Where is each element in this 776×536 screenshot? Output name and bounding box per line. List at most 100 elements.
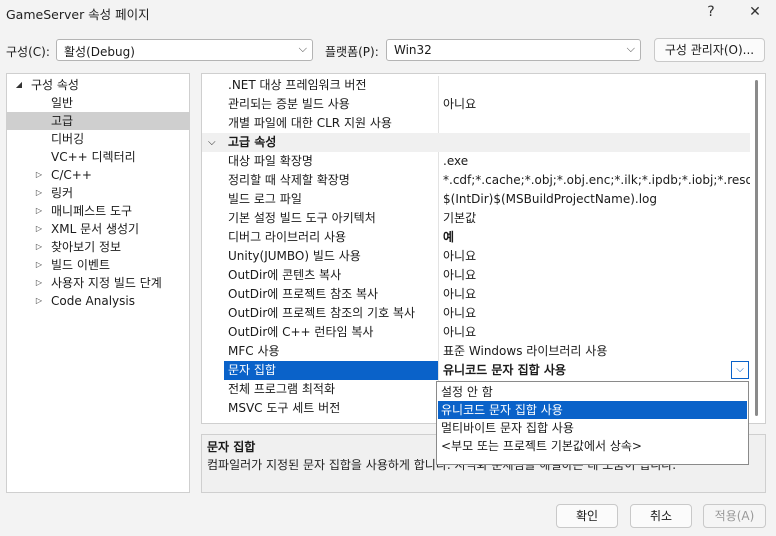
tree-item-label: Code Analysis [51,294,135,308]
grid-row[interactable]: OutDir에 프로젝트 참조 복사 아니요 [202,285,750,304]
expand-triangle-icon[interactable]: ▷ [33,202,45,220]
grid-row[interactable]: OutDir에 콘텐츠 복사 아니요 [202,266,750,285]
tree-item-label: 빌드 이벤트 [51,258,111,272]
expand-triangle-icon[interactable]: ▷ [33,184,45,202]
tree-item-label: C/C++ [51,168,92,182]
expand-triangle-icon[interactable]: ▷ [33,166,45,184]
property-name: OutDir에 C++ 런타임 복사 [228,325,374,339]
column-divider [438,114,439,133]
platform-value: Win32 [394,43,432,57]
property-value[interactable]: 기본값 [442,209,750,228]
property-name: 관리되는 증분 빌드 사용 [228,97,350,111]
property-value[interactable]: $(IntDir)$(MSBuildProjectName).log [442,190,750,209]
tree-root-label: 구성 속성 [31,78,79,92]
property-value[interactable]: 유니코드 문자 집합 사용 [442,361,750,380]
property-value[interactable]: 예 [442,228,750,247]
property-value[interactable]: 아니요 [442,95,750,114]
grid-row[interactable]: Unity(JUMBO) 빌드 사용 아니요 [202,247,750,266]
dropdown-option[interactable]: 설정 안 함 [438,383,747,401]
platform-label: 플랫폼(P): [325,45,379,59]
category-label: 고급 속성 [228,135,277,149]
tree-item-vc-directories[interactable]: VC++ 디렉터리 [7,148,189,166]
vertical-scrollbar[interactable] [755,80,758,416]
charset-dropdown-list[interactable]: 설정 안 함 유니코드 문자 집합 사용 멀티바이트 문자 집합 사용 <부모 … [436,381,749,465]
tree-item-label: 디버깅 [51,132,85,146]
property-value[interactable]: 아니요 [442,323,750,342]
tree-item-linker[interactable]: ▷ 링커 [7,184,189,202]
platform-select[interactable]: Win32 ⌵ [386,39,641,61]
close-button[interactable]: ✕ [740,1,770,23]
property-name: 기본 설정 빌드 도구 아키텍처 [228,211,376,225]
grid-row-selected[interactable]: 문자 집합 유니코드 문자 집합 사용 [202,361,750,380]
property-value[interactable]: 아니요 [442,304,750,323]
tree-item-cpp[interactable]: ▷ C/C++ [7,166,189,184]
chevron-down-icon: ⌵ [626,42,635,55]
grid-row[interactable]: 디버그 라이브러리 사용 예 [202,228,750,247]
description-title: 문자 집합 [207,440,256,454]
window-title: GameServer 속성 페이지 [6,7,150,22]
grid-row[interactable]: OutDir에 프로젝트 참조의 기호 복사 아니요 [202,304,750,323]
property-name: 디버그 라이브러리 사용 [228,230,347,244]
property-value[interactable]: 아니요 [442,285,750,304]
expanded-triangle-icon[interactable]: ◢ [13,76,25,94]
property-value[interactable]: 표준 Windows 라이브러리 사용 [442,342,750,361]
tree-item-browse-info[interactable]: ▷ 찾아보기 정보 [7,238,189,256]
property-name: OutDir에 프로젝트 참조의 기호 복사 [228,306,416,320]
grid-row[interactable]: .NET 대상 프레임워크 버전 [202,76,750,95]
tree-item-general[interactable]: 일반 [7,94,189,112]
dropdown-option[interactable]: <부모 또는 프로젝트 기본값에서 상속> [438,437,747,455]
column-divider [438,247,439,266]
chevron-down-icon[interactable]: ⌵ [731,361,749,379]
config-label: 구성(C): [6,45,50,59]
tree-item-manifest-tool[interactable]: ▷ 매니페스트 도구 [7,202,189,220]
grid-row[interactable]: 빌드 로그 파일 $(IntDir)$(MSBuildProjectName).l… [202,190,750,209]
column-divider [438,266,439,285]
chevron-down-icon[interactable]: ⌵ [208,133,216,152]
tree-item-code-analysis[interactable]: ▷ Code Analysis [7,292,189,310]
property-name: MSVC 도구 세트 버전 [228,401,341,415]
property-value[interactable]: 아니요 [442,247,750,266]
config-value: 활성(Debug) [64,45,135,59]
grid-row[interactable]: 대상 파일 확장명 .exe [202,152,750,171]
tree-item-build-events[interactable]: ▷ 빌드 이벤트 [7,256,189,274]
property-name: 문자 집합 [224,361,438,380]
help-button[interactable]: ? [696,1,726,23]
tree-item-label: 찾아보기 정보 [51,240,122,254]
property-value[interactable]: *.cdf;*.cache;*.obj;*.obj.enc;*.ilk;*.ip… [442,171,750,190]
expand-triangle-icon[interactable]: ▷ [33,274,45,292]
property-value[interactable]: 아니요 [442,266,750,285]
dropdown-option-highlighted[interactable]: 유니코드 문자 집합 사용 [438,401,747,419]
grid-row[interactable]: 관리되는 증분 빌드 사용 아니요 [202,95,750,114]
tree-item-debugging[interactable]: 디버깅 [7,130,189,148]
ok-button[interactable]: 확인 [556,504,618,528]
tree-item-label: 링커 [51,186,74,200]
chevron-down-icon: ⌵ [298,42,307,55]
property-tree[interactable]: ◢ 구성 속성 일반 고급 디버깅 VC++ 디렉터리 ▷ C/C++ ▷ 링커 ▷… [6,73,190,493]
grid-row[interactable]: 개별 파일에 대한 CLR 지원 사용 [202,114,750,133]
config-manager-button[interactable]: 구성 관리자(O)... [654,38,765,62]
column-divider [438,190,439,209]
grid-row[interactable]: 기본 설정 빌드 도구 아키텍처 기본값 [202,209,750,228]
apply-button[interactable]: 적용(A) [703,504,766,528]
property-name: 정리할 때 삭제할 확장명 [228,173,350,187]
expand-triangle-icon[interactable]: ▷ [33,238,45,256]
tree-item-custom-build[interactable]: ▷ 사용자 지정 빌드 단계 [7,274,189,292]
expand-triangle-icon[interactable]: ▷ [33,220,45,238]
grid-row[interactable]: MFC 사용 표준 Windows 라이브러리 사용 [202,342,750,361]
property-name: MFC 사용 [228,344,280,358]
property-grid[interactable]: .NET 대상 프레임워크 버전 관리되는 증분 빌드 사용 아니요 개별 파일에… [201,73,766,424]
property-value[interactable]: .exe [442,152,750,171]
dropdown-option[interactable]: 멀티바이트 문자 집합 사용 [438,419,747,437]
cancel-button[interactable]: 취소 [630,504,692,528]
grid-row[interactable]: OutDir에 C++ 런타임 복사 아니요 [202,323,750,342]
tree-item-advanced[interactable]: 고급 [7,112,189,130]
tree-item-root[interactable]: ◢ 구성 속성 [7,76,189,94]
expand-triangle-icon[interactable]: ▷ [33,292,45,310]
expand-triangle-icon[interactable]: ▷ [33,256,45,274]
column-divider [438,304,439,323]
column-divider [438,95,439,114]
tree-item-xml-doc[interactable]: ▷ XML 문서 생성기 [7,220,189,238]
config-select[interactable]: 활성(Debug) ⌵ [56,39,313,61]
grid-row[interactable]: 정리할 때 삭제할 확장명 *.cdf;*.cache;*.obj;*.obj.e… [202,171,750,190]
category-header[interactable]: ⌵ 고급 속성 [202,133,750,152]
